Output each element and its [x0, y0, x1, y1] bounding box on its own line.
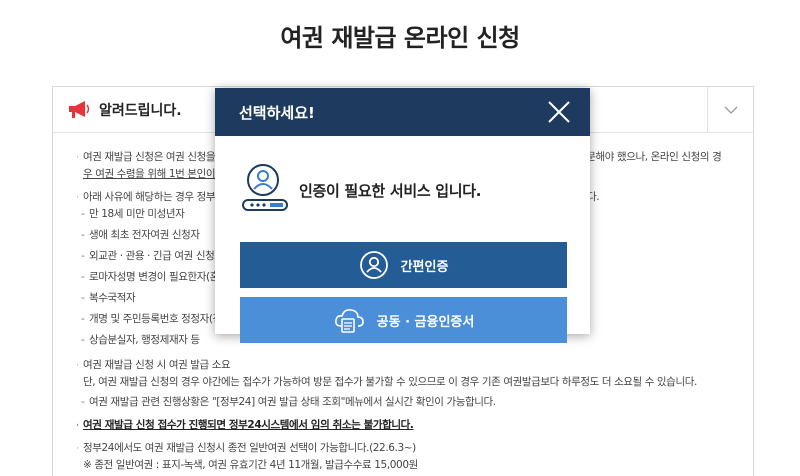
- notice-collapse-button[interactable]: [707, 87, 753, 133]
- modal-header: 선택하세요!: [215, 88, 590, 136]
- simple-auth-label: 간편인증: [400, 259, 449, 275]
- cloud-certificate-icon: [334, 309, 364, 333]
- notice-line-emphasis: 여권 재발급 신청 접수가 진행되면 정부24시스템에서 임의 취소는 불가합니…: [77, 417, 733, 434]
- notice-line: 단, 여권 재발급 신청의 경우 야간에는 접수가 가능하여 방문 접수가 불가…: [83, 376, 697, 388]
- joint-cert-button[interactable]: 공동 · 금융인증서: [240, 297, 567, 343]
- identity-key-icon: [242, 164, 288, 211]
- megaphone-icon: [69, 101, 90, 118]
- page-title: 여권 재발급 온라인 신청: [280, 24, 520, 52]
- notice-line: 여권 재발급 신청 시 여권 발급 소요: [77, 357, 733, 374]
- notice-subline: 여권 재발급 관련 진행상황은 "[정부24] 여권 발급 상태 조회"메뉴에서…: [77, 394, 733, 411]
- simple-auth-button[interactable]: 간편인증: [240, 242, 567, 288]
- modal-message-row: 인증이 필요한 서비스 입니다.: [241, 162, 571, 216]
- modal-message: 인증이 필요한 서비스 입니다.: [299, 182, 482, 200]
- close-icon[interactable]: [546, 99, 572, 125]
- joint-cert-label: 공동 · 금융인증서: [376, 314, 475, 330]
- notice-line: 정부24에서도 여권 재발급 신청시 종전 일반여권 선택이 가능합니다.(22…: [77, 440, 733, 457]
- chevron-down-icon: [724, 106, 737, 114]
- user-circle-icon: [359, 251, 388, 279]
- notice-line: ※ 종전 일반여권 : 표지-녹색, 여권 유효기간 4년 11개월, 발급수수…: [83, 459, 418, 471]
- notice-title: 알려드립니다.: [99, 103, 182, 119]
- modal-title: 선택하세요!: [239, 104, 315, 122]
- auth-select-modal: 선택하세요! 인증이 필요한 서비스 입니다. 간편인증 공동 · 금융인증서: [215, 88, 590, 343]
